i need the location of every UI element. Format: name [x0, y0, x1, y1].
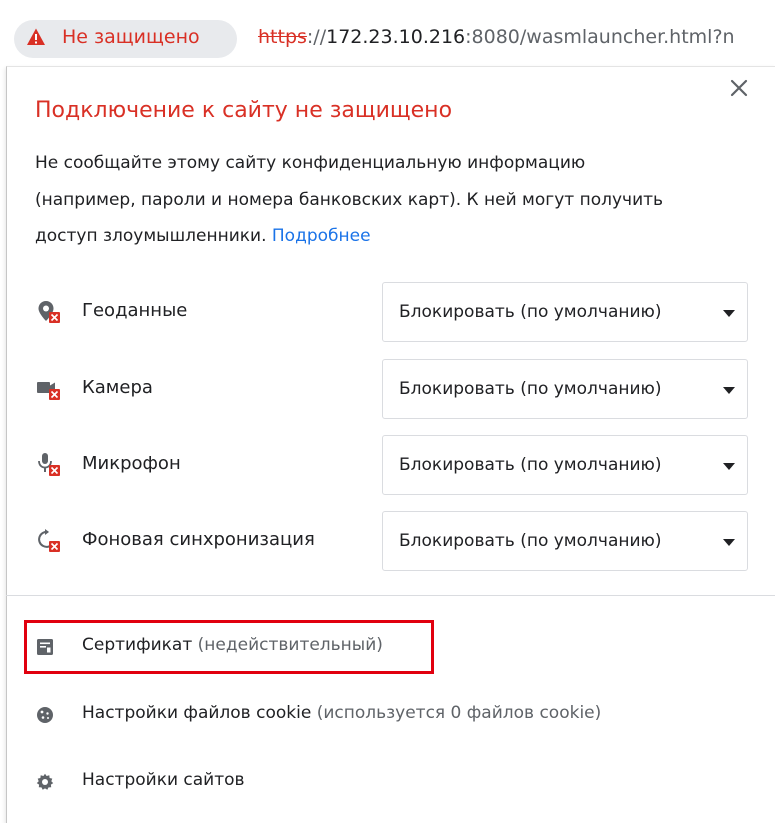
url-separator: ://	[306, 26, 327, 48]
gear-icon	[36, 773, 54, 790]
permission-row-location: Геоданные Блокировать (по умолчанию)	[0, 281, 775, 343]
select-value: Блокировать (по умолчанию)	[399, 455, 662, 475]
location-blocked-icon	[38, 301, 60, 323]
camera-permission-select[interactable]: Блокировать (по умолчанию)	[382, 359, 748, 419]
cookie-icon	[37, 707, 53, 723]
sync-blocked-icon	[38, 529, 60, 552]
url-host: 172.23.10.216	[326, 26, 466, 48]
dropdown-arrow-icon	[723, 310, 735, 317]
permission-row-camera: Камера Блокировать (по умолчанию)	[0, 358, 775, 420]
cookie-count: (используется 0 файлов cookie)	[316, 703, 602, 723]
close-icon[interactable]	[728, 77, 750, 99]
background-sync-permission-select[interactable]: Блокировать (по умолчанию)	[382, 511, 748, 571]
browser-page: Не защищено https://172.23.10.216:8080/w…	[0, 0, 775, 823]
select-value: Блокировать (по умолчанию)	[399, 379, 662, 399]
description-line: доступ злоумышленники. Подробнее	[35, 218, 755, 255]
popup-title: Подключение к сайту не защищено	[35, 98, 453, 123]
warning-icon	[27, 28, 45, 45]
description-line: (например, пароли и номера банковских ка…	[35, 189, 664, 210]
permission-label: Фоновая синхронизация	[82, 529, 315, 550]
highlight-annotation	[24, 620, 434, 674]
url-scheme: https	[258, 26, 307, 48]
permission-label: Микрофон	[82, 453, 181, 474]
camera-blocked-icon	[37, 382, 60, 400]
dropdown-arrow-icon	[723, 387, 735, 394]
url-field[interactable]: https://172.23.10.216:8080/wasmlauncher.…	[258, 26, 735, 48]
address-bar: Не защищено https://172.23.10.216:8080/w…	[0, 0, 775, 58]
select-value: Блокировать (по умолчанию)	[399, 302, 662, 322]
cookie-settings-link[interactable]: Настройки файлов cookie (используется 0 …	[0, 695, 775, 735]
microphone-permission-select[interactable]: Блокировать (по умолчанию)	[382, 435, 748, 495]
security-description: Не сообщайте этому сайту конфиденциальну…	[35, 145, 755, 255]
permission-label: Камера	[82, 377, 153, 398]
site-settings-label: Настройки сайтов	[82, 770, 245, 790]
learn-more-link[interactable]: Подробнее	[272, 226, 371, 246]
security-chip-label: Не защищено	[62, 26, 200, 48]
site-settings-link[interactable]: Настройки сайтов	[0, 762, 775, 802]
permission-row-background-sync: Фоновая синхронизация Блокировать (по ум…	[0, 510, 775, 572]
microphone-blocked-icon	[38, 453, 60, 476]
section-divider	[6, 595, 775, 596]
permission-label: Геоданные	[82, 300, 188, 321]
location-permission-select[interactable]: Блокировать (по умолчанию)	[382, 282, 748, 342]
description-line: Не сообщайте этому сайту конфиденциальну…	[35, 153, 586, 173]
select-value: Блокировать (по умолчанию)	[399, 531, 662, 551]
dropdown-arrow-icon	[723, 463, 735, 470]
url-path: :8080/wasmlauncher.html?n	[465, 26, 735, 48]
description-text: доступ злоумышленники.	[35, 226, 267, 246]
cookie-settings-title: Настройки файлов cookie	[82, 703, 312, 723]
permission-row-microphone: Микрофон Блокировать (по умолчанию)	[0, 434, 775, 496]
security-chip[interactable]: Не защищено	[14, 20, 237, 58]
cookie-settings-label: Настройки файлов cookie (используется 0 …	[82, 703, 601, 723]
dropdown-arrow-icon	[723, 539, 735, 546]
